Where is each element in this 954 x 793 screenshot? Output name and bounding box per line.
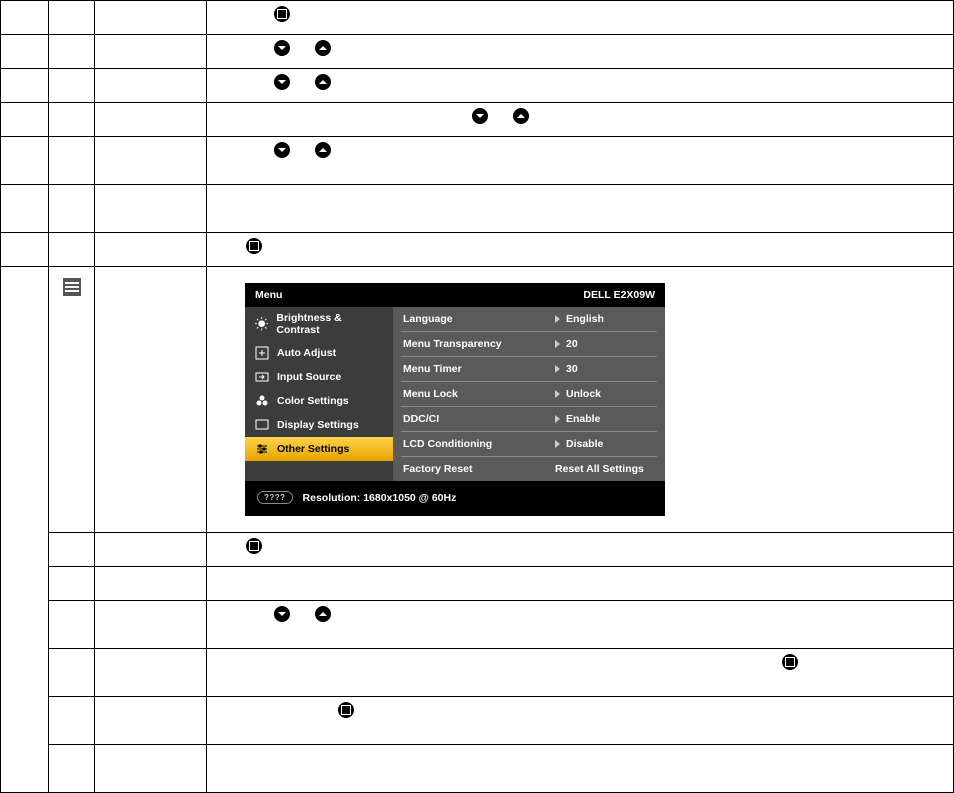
osd-nav-label: Auto Adjust <box>277 347 336 359</box>
osd-row-label: Language <box>403 313 453 325</box>
color-settings-icon <box>255 394 269 408</box>
osd-row-menu-timer[interactable]: Menu Timer 30 <box>401 357 657 382</box>
osd-nav-label: Input Source <box>277 371 341 383</box>
down-icon <box>471 107 489 125</box>
select-icon <box>245 537 263 555</box>
other-settings-icon <box>255 442 269 456</box>
osd-row-factory-reset[interactable]: Factory Reset Reset All Settings <box>401 457 657 481</box>
select-icon <box>781 653 799 671</box>
osd-model: DELL E2X09W <box>583 289 655 301</box>
osd-row-value: 30 <box>566 363 578 375</box>
triangle-right-icon <box>555 340 560 348</box>
up-icon <box>314 141 332 159</box>
select-icon <box>245 237 263 255</box>
osd-nav-other-settings[interactable]: Other Settings <box>245 437 393 461</box>
up-icon <box>512 107 530 125</box>
display-settings-icon <box>255 418 269 432</box>
select-icon <box>337 701 355 719</box>
osd-nav-label: Other Settings <box>277 443 349 455</box>
osd-nav-color-settings[interactable]: Color Settings <box>245 389 393 413</box>
osd-row-language[interactable]: Language English <box>401 307 657 332</box>
osd-row-menu-lock[interactable]: Menu Lock Unlock <box>401 382 657 407</box>
osd-nav: Brightness & Contrast Auto Adjust Input … <box>245 307 393 481</box>
osd-row-ddc-ci[interactable]: DDC/CI Enable <box>401 407 657 432</box>
osd-settings-panel: Language English Menu Transparency 20 Me… <box>393 307 665 481</box>
osd-nav-input-source[interactable]: Input Source <box>245 365 393 389</box>
osd-nav-brightness-contrast[interactable]: Brightness & Contrast <box>245 307 393 341</box>
osd-row-menu-transparency[interactable]: Menu Transparency 20 <box>401 332 657 357</box>
osd-nav-label: Brightness & Contrast <box>276 312 383 336</box>
osd-row-value: Disable <box>566 438 603 450</box>
osd-resolution: Resolution: 1680x1050 @ 60Hz <box>303 492 457 504</box>
osd-row-value: Unlock <box>566 388 601 400</box>
osd-row-value: 20 <box>566 338 578 350</box>
triangle-right-icon <box>555 365 560 373</box>
osd-footer-badge: ???? <box>257 491 293 504</box>
input-source-icon <box>255 370 269 384</box>
osd-title: Menu <box>255 289 282 301</box>
triangle-right-icon <box>555 440 560 448</box>
osd-menu: Menu DELL E2X09W Brightness & Contrast A… <box>245 283 665 516</box>
osd-nav-auto-adjust[interactable]: Auto Adjust <box>245 341 393 365</box>
up-icon <box>314 73 332 91</box>
down-icon <box>273 73 291 91</box>
osd-nav-label: Display Settings <box>277 419 359 431</box>
osd-row-lcd-conditioning[interactable]: LCD Conditioning Disable <box>401 432 657 457</box>
up-icon <box>314 605 332 623</box>
osd-nav-display-settings[interactable]: Display Settings <box>245 413 393 437</box>
up-icon <box>314 39 332 57</box>
triangle-right-icon <box>555 315 560 323</box>
down-icon <box>273 39 291 57</box>
brightness-icon <box>255 317 268 331</box>
osd-row-label: Menu Transparency <box>403 338 502 350</box>
osd-row-label: DDC/CI <box>403 413 439 425</box>
auto-adjust-icon <box>255 346 269 360</box>
down-icon <box>273 141 291 159</box>
osd-row-label: Factory Reset <box>403 463 472 475</box>
settings-sliders-icon <box>63 278 81 296</box>
select-icon <box>273 5 291 23</box>
triangle-right-icon <box>555 415 560 423</box>
osd-row-label: LCD Conditioning <box>403 438 492 450</box>
osd-row-value: Reset All Settings <box>555 463 644 475</box>
triangle-right-icon <box>555 390 560 398</box>
osd-row-value: English <box>566 313 604 325</box>
down-icon <box>273 605 291 623</box>
osd-row-label: Menu Lock <box>403 388 458 400</box>
osd-row-value: Enable <box>566 413 600 425</box>
osd-row-label: Menu Timer <box>403 363 462 375</box>
osd-nav-label: Color Settings <box>277 395 349 407</box>
